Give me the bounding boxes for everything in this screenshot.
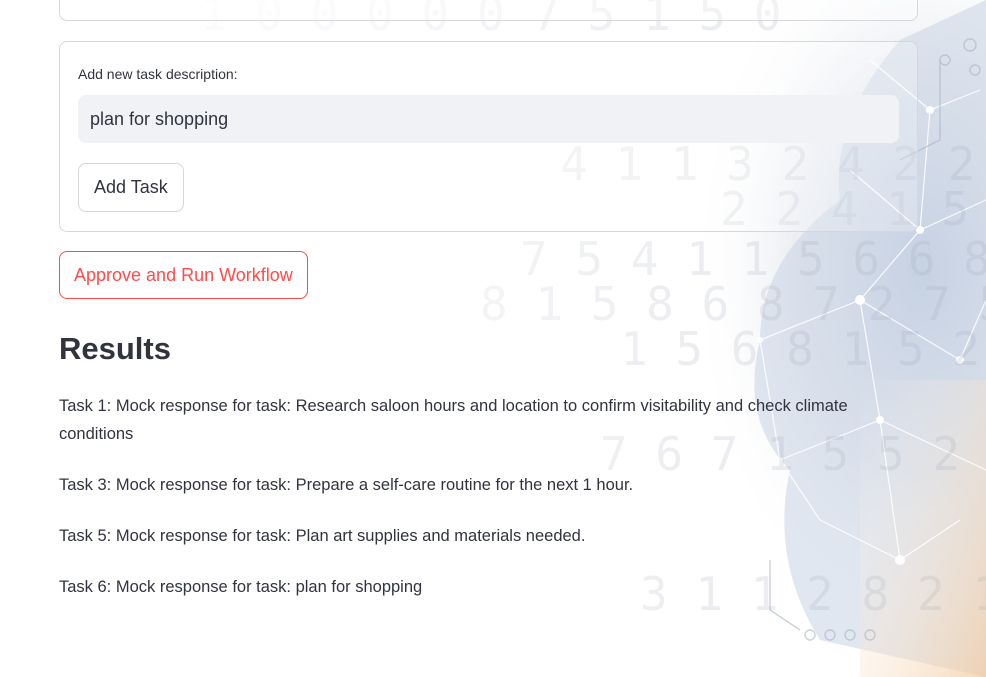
result-item: Task 3: Mock response for task: Prepare … xyxy=(59,476,634,494)
add-task-form: Add new task description: Add Task xyxy=(59,41,918,232)
previous-card-bottom-edge xyxy=(59,0,918,21)
svg-text:8 1 5 8 6 8 7 2 7 5 1 5 6 7 1: 8 1 5 8 6 8 7 2 7 5 1 5 6 7 1 xyxy=(480,277,986,331)
approve-and-run-workflow-button[interactable]: Approve and Run Workflow xyxy=(59,251,308,299)
result-item: Task 5: Mock response for task: Plan art… xyxy=(59,527,586,545)
app-page: 1 0 0 0 0 0 7 5 1 5 0 4 1 1 3 2 4 2 2 6 … xyxy=(0,0,986,677)
task-description-input[interactable] xyxy=(78,95,899,143)
svg-text:1 5 6 8 1 5 2 1 5 6 7 1: 1 5 6 8 1 5 2 1 5 6 7 1 xyxy=(620,322,986,376)
results-heading: Results xyxy=(59,331,171,366)
result-item: Task 6: Mock response for task: plan for… xyxy=(59,578,423,596)
task-description-label: Add new task description: xyxy=(78,66,238,82)
add-task-button[interactable]: Add Task xyxy=(78,163,184,212)
result-item: Task 1: Mock response for task: Research… xyxy=(59,397,848,443)
results-list: Task 1: Mock response for task: Research… xyxy=(59,392,889,624)
svg-text:7 5 4 1 1 5 6 6 8 7 2 7 5 1 5: 7 5 4 1 1 5 6 6 8 7 2 7 5 1 5 xyxy=(520,232,986,286)
